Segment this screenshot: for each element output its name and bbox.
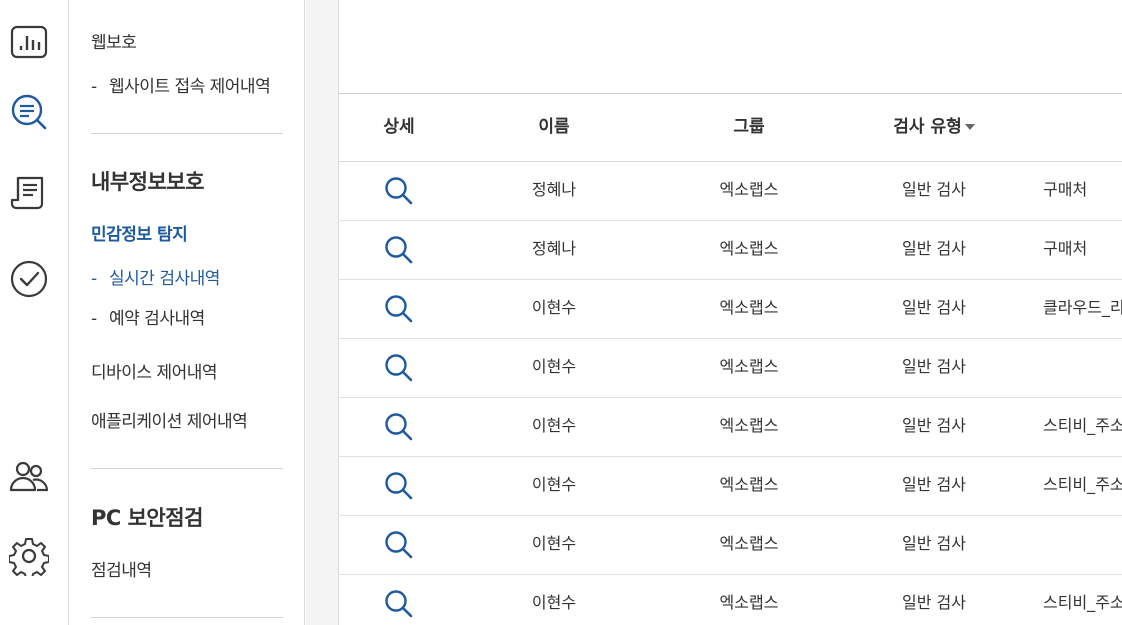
search-document-icon[interactable] [9, 92, 49, 132]
header-detail: 상세 [383, 117, 415, 137]
header-group: 그룹 [733, 117, 765, 137]
cell-scan-type: 일반 검사 [902, 239, 966, 258]
cell-name: 정혜나 [531, 180, 577, 199]
cell-extra: 클라우드_리 [1043, 298, 1122, 317]
gear-icon[interactable] [9, 536, 49, 576]
nav-sensitive-info-detection[interactable]: 민감정보 탐지 [91, 220, 188, 245]
table-header: 상세 이름 그룹 검사 유형 [339, 95, 1122, 162]
cell-name: 이현수 [531, 593, 577, 612]
toolbar-area [339, 0, 1122, 94]
cell-group: 엑소랩스 [719, 298, 779, 317]
detail-search-icon[interactable] [383, 175, 415, 207]
nav-scheduled-scan-history[interactable]: - 예약 검사내역 [91, 304, 205, 329]
cell-scan-type: 일반 검사 [902, 357, 966, 376]
cell-name: 이현수 [531, 357, 577, 376]
nav-section-internal-info-protection: 내부정보보호 [91, 170, 204, 194]
cell-group: 엑소랩스 [719, 180, 779, 199]
detail-search-icon[interactable] [383, 234, 415, 266]
nav-section-pc-security-check: PC 보안점검 [91, 506, 203, 530]
cell-group: 엑소랩스 [719, 534, 779, 553]
cell-scan-type: 일반 검사 [902, 180, 966, 199]
cell-name: 이현수 [531, 534, 577, 553]
nav-divider [91, 468, 283, 469]
cell-extra: 구매처 [1043, 180, 1088, 199]
table-row: 이현수 엑소랩스 일반 검사 [339, 516, 1122, 575]
cell-extra [1043, 516, 1122, 575]
nav-web-protection[interactable]: 웹보호 [91, 28, 137, 53]
cell-name: 정혜나 [531, 239, 577, 258]
detail-search-icon[interactable] [383, 411, 415, 443]
nav-divider [91, 617, 283, 618]
report-scroll-icon[interactable] [9, 172, 49, 212]
cell-name: 이현수 [531, 475, 577, 494]
main-panel: 상세 이름 그룹 검사 유형 정혜나 엑소랩스 일반 검사 구매처 정혜나 엑소랩스 일반 … [338, 0, 1122, 625]
nav-divider [91, 133, 283, 134]
users-icon[interactable] [9, 456, 49, 496]
cell-extra: 구매처 [1043, 239, 1088, 258]
detail-search-icon[interactable] [383, 293, 415, 325]
dashboard-chart-icon[interactable] [9, 22, 49, 62]
detail-search-icon[interactable] [383, 352, 415, 384]
table-row: 정혜나 엑소랩스 일반 검사 구매처 [339, 162, 1122, 221]
table-row: 이현수 엑소랩스 일반 검사 스티비_주소 [339, 398, 1122, 457]
cell-group: 엑소랩스 [719, 239, 779, 258]
cell-extra: 스티비_주소 [1043, 416, 1122, 435]
cell-scan-type: 일반 검사 [902, 534, 966, 553]
nav-realtime-scan-history[interactable]: - 실시간 검사내역 [91, 264, 220, 289]
cell-scan-type: 일반 검사 [902, 416, 966, 435]
detail-search-icon[interactable] [383, 588, 415, 620]
nav-device-control-history[interactable]: 디바이스 제어내역 [91, 358, 218, 383]
cell-scan-type: 일반 검사 [902, 298, 966, 317]
cell-name: 이현수 [531, 298, 577, 317]
cell-group: 엑소랩스 [719, 357, 779, 376]
header-name: 이름 [538, 117, 570, 137]
cell-extra [1043, 339, 1122, 398]
check-circle-icon[interactable] [9, 259, 49, 299]
table-row: 이현수 엑소랩스 일반 검사 스티비_주소 [339, 457, 1122, 516]
detail-search-icon[interactable] [383, 470, 415, 502]
nav-application-control-history[interactable]: 애플리케이션 제어내역 [91, 407, 248, 432]
cell-scan-type: 일반 검사 [902, 593, 966, 612]
table-row: 정혜나 엑소랩스 일반 검사 구매처 [339, 221, 1122, 280]
cell-scan-type: 일반 검사 [902, 475, 966, 494]
icon-rail [0, 0, 69, 625]
table-row: 이현수 엑소랩스 일반 검사 [339, 339, 1122, 398]
nav-website-access-control[interactable]: - 웹사이트 접속 제어내역 [91, 72, 271, 97]
table-row: 이현수 엑소랩스 일반 검사 스티비_주소 [339, 575, 1122, 625]
cell-extra: 스티비_주소 [1043, 593, 1122, 612]
header-scan-type[interactable]: 검사 유형 [849, 95, 1019, 162]
panel-gap [306, 0, 338, 625]
sub-navigation: 웹보호 - 웹사이트 접속 제어내역 내부정보보호 민감정보 탐지 - 실시간 검사… [70, 0, 305, 625]
cell-group: 엑소랩스 [719, 416, 779, 435]
detail-search-icon[interactable] [383, 529, 415, 561]
cell-name: 이현수 [531, 416, 577, 435]
table-row: 이현수 엑소랩스 일반 검사 클라우드_리 [339, 280, 1122, 339]
cell-group: 엑소랩스 [719, 475, 779, 494]
nav-check-history[interactable]: 점검내역 [91, 556, 152, 581]
cell-group: 엑소랩스 [719, 593, 779, 612]
cell-extra: 스티비_주소 [1043, 475, 1122, 494]
sort-down-icon [964, 124, 975, 130]
